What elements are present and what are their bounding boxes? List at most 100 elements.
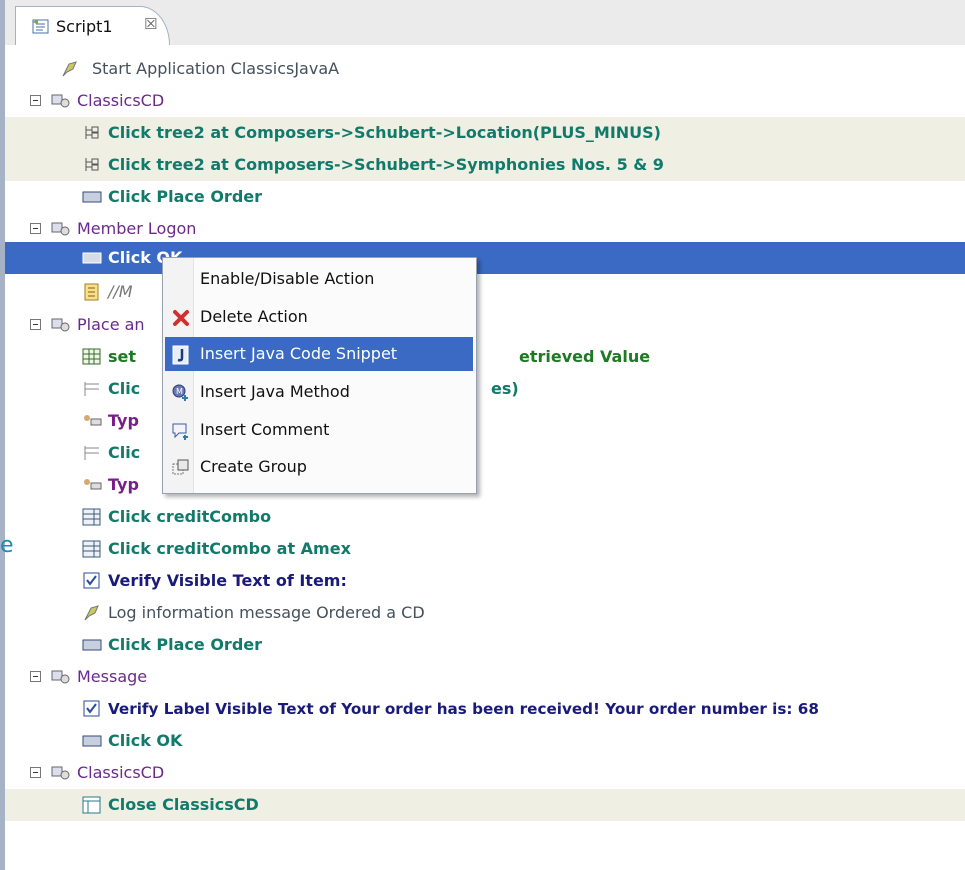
stray-fragment: e [0,533,14,558]
row-label: set [108,347,137,366]
row-label: Click tree2 at Composers->Schubert->Loca… [108,123,661,142]
type-input-icon [84,479,102,490]
tree-row-comment[interactable]: //M [5,276,965,308]
list-icon [84,446,99,460]
menu-item-enable-disable-action[interactable]: Enable/Disable Action [165,262,473,296]
log-icon [84,605,99,621]
verify-checkbox-icon [83,572,100,589]
row-label: Click OK [108,731,183,750]
tree-row-click-ok-selected[interactable]: Click OK [5,242,965,274]
group-icon [51,94,70,108]
menu-item-delete-action[interactable]: Delete Action [165,300,473,334]
row-label: //M [108,282,133,301]
row-label: Start Application ClassicsJavaA [92,59,340,78]
tree-row-click-2[interactable]: Clic [5,437,965,469]
tree-row-group-place-an[interactable]: Place an [5,309,965,341]
svg-text:M: M [176,387,183,396]
type-input-icon [84,415,102,426]
row-label: Verify Visible Text of Item: [108,571,347,590]
tree-row-type-1[interactable]: Typ [5,405,965,437]
tree-row-close-classicscd[interactable]: Close ClassicsCD [5,789,965,821]
button-icon [82,639,102,651]
menu-item-label: Insert Java Code Snippet [200,344,398,363]
create-group-icon [172,459,189,475]
tree-row-group-member-logon[interactable]: Member Logon [5,213,965,245]
row-label: Clic [108,379,141,398]
delete-icon [173,310,189,326]
group-icon [51,318,70,332]
tree-row-click-creditcombo[interactable]: Click creditCombo [5,501,965,533]
tree-row-group-classicscd-2[interactable]: ClassicsCD [5,757,965,789]
tree-row-click-creditcombo-amex[interactable]: Click creditCombo at Amex [5,533,965,565]
tree-row-verify-label[interactable]: Verify Label Visible Text of Your order … [5,693,965,725]
row-label: ClassicsCD [77,763,165,782]
row-label: Close ClassicsCD [108,795,259,814]
row-label: Place an [77,315,145,334]
row-label: Log information message Ordered a CD [108,603,425,622]
tree-row-log-information[interactable]: Log information message Ordered a CD [5,597,965,629]
tree-row-group-classicscd[interactable]: ClassicsCD [5,85,965,117]
window-icon [82,796,101,814]
group-icon [51,766,70,780]
row-label-tail: es) [491,379,519,398]
comment-icon [84,283,99,301]
comment-bubble-icon [172,423,188,440]
row-label: Click creditCombo at Amex [108,539,351,558]
tree-row-click-tree2-symphonies[interactable]: Click tree2 at Composers->Schubert->Symp… [5,149,965,181]
row-label: Click tree2 at Composers->Schubert->Symp… [108,155,664,174]
table-icon [82,348,101,365]
tree-row-click-place-order[interactable]: Click Place Order [5,181,965,213]
collapse-icon[interactable] [30,95,41,106]
verify-checkbox-icon [83,700,100,717]
collapse-icon[interactable] [30,223,41,234]
tree-row-group-message[interactable]: Message [5,661,965,693]
row-label: Clic [108,443,141,462]
row-label: Verify Label Visible Text of Your order … [108,700,819,718]
menu-item-label: Create Group [200,457,307,476]
close-icon[interactable]: ☒ [144,15,157,33]
row-label-tail: etrieved Value [519,347,651,366]
menu-item-label: Delete Action [200,307,308,326]
java-method-icon: M [172,384,188,401]
menu-item-insert-java-method[interactable]: M Insert Java Method [165,375,473,409]
tree-row-start-application[interactable]: Start Application ClassicsJavaA [5,53,965,85]
row-label: ClassicsCD [77,91,165,110]
row-label: Typ [108,475,139,494]
button-icon [82,191,102,203]
tree-row-verify-visible-text[interactable]: Verify Visible Text of Item: [5,565,965,597]
row-label: Click Place Order [108,187,263,206]
tree-row-click-tree2-location[interactable]: Click tree2 at Composers->Schubert->Loca… [5,117,965,149]
button-icon [82,735,102,747]
script-tree: Start Application ClassicsJavaA Classics… [5,45,965,870]
collapse-icon[interactable] [30,671,41,682]
row-label: Member Logon [77,219,197,238]
collapse-icon[interactable] [30,319,41,330]
tree-row-type-2[interactable]: Typ [5,469,965,501]
tab-label: Script1 [56,17,113,36]
menu-item-label: Enable/Disable Action [200,269,375,288]
log-icon [62,61,77,77]
menu-item-insert-comment[interactable]: Insert Comment [165,413,473,447]
editor-tab-bar: Script1 ☒ [5,0,965,46]
context-menu: Enable/Disable Action Delete Action Inse… [162,257,477,494]
tree-row-set-retrieved-value[interactable]: set etrieved Value [5,341,965,373]
group-icon [51,222,70,236]
group-icon [51,670,70,684]
row-label: Click Place Order [108,635,263,654]
java-snippet-icon [172,345,189,365]
menu-item-label: Insert Comment [200,420,330,439]
tree-icon [85,126,99,139]
collapse-icon[interactable] [30,767,41,778]
script-icon [32,19,49,34]
tree-row-click-place-order-2[interactable]: Click Place Order [5,629,965,661]
row-label: Typ [108,411,139,430]
menu-item-label: Insert Java Method [200,382,350,401]
tree-row-click-list[interactable]: Clic es) [5,373,965,405]
combo-icon [82,508,101,526]
menu-item-insert-java-code-snippet[interactable]: Insert Java Code Snippet [165,337,473,371]
menu-item-create-group[interactable]: Create Group [165,450,473,484]
button-icon [82,252,102,264]
tab-script1[interactable]: Script1 ☒ [15,6,170,45]
tree-row-click-ok[interactable]: Click OK [5,725,965,757]
row-label: Click creditCombo [108,507,272,526]
